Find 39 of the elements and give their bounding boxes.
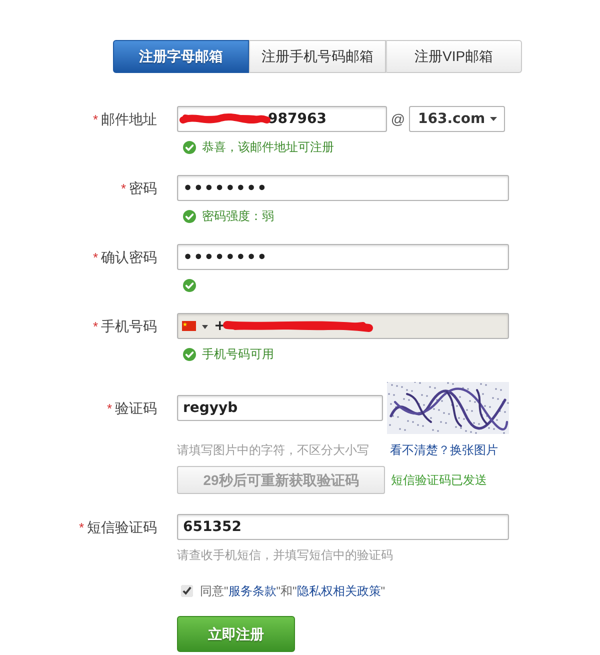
refresh-captcha-link[interactable]: 看不清楚？换张图片 [390, 441, 509, 459]
password-field[interactable]: •••••••• [177, 244, 509, 270]
check-icon [183, 210, 196, 222]
captcha-field[interactable]: regyyb [177, 395, 383, 421]
required-mark: * [120, 180, 126, 196]
required-mark: * [78, 520, 84, 534]
success-message: 手机号码可用 [202, 346, 274, 363]
caret-icon [490, 117, 497, 121]
success-message: 密码强度：弱 [202, 208, 274, 225]
agreement-text: 同意"服务条款"和"隐私权相关政策" [200, 583, 386, 600]
flag-icon [182, 321, 196, 331]
agreement-link[interactable]: 服务条款 [228, 584, 276, 598]
required-mark: * [106, 400, 112, 416]
agree-checkbox[interactable] [181, 585, 193, 597]
tab[interactable]: 注册手机号码邮箱 [249, 40, 386, 73]
field-label: 手机号码 [101, 318, 157, 334]
sms-status-text: 短信验证码已发送 [391, 472, 487, 489]
tab[interactable]: 注册字母邮箱 [113, 40, 250, 73]
check-icon [183, 278, 196, 292]
domain-select[interactable]: 163.com [409, 106, 505, 132]
password-field[interactable]: •••••••• [177, 175, 509, 201]
required-mark: * [92, 112, 98, 126]
field-label: 邮件地址 [101, 110, 157, 126]
sms-code-field[interactable]: 651352 [177, 514, 509, 540]
field-label: 验证码 [115, 400, 157, 416]
field-label: 短信验证码 [87, 518, 157, 534]
success-message: 恭喜，该邮件地址可注册 [202, 139, 334, 156]
required-mark: * [92, 318, 98, 334]
check-icon [183, 348, 196, 360]
field-label: 确认密码 [101, 248, 157, 264]
agreement-link[interactable]: 隐私权相关政策 [296, 584, 381, 598]
check-icon [183, 140, 196, 154]
hint-text: 请查收手机短信，并填写短信中的验证码 [177, 547, 393, 564]
at-sign: @ [390, 110, 406, 128]
tab[interactable]: 注册VIP邮箱 [386, 40, 522, 73]
caret-icon [202, 325, 208, 329]
field-label: 密码 [129, 180, 157, 196]
hint-text: 请填写图片中的字符，不区分大小写 [177, 442, 369, 459]
required-mark: * [92, 250, 98, 264]
